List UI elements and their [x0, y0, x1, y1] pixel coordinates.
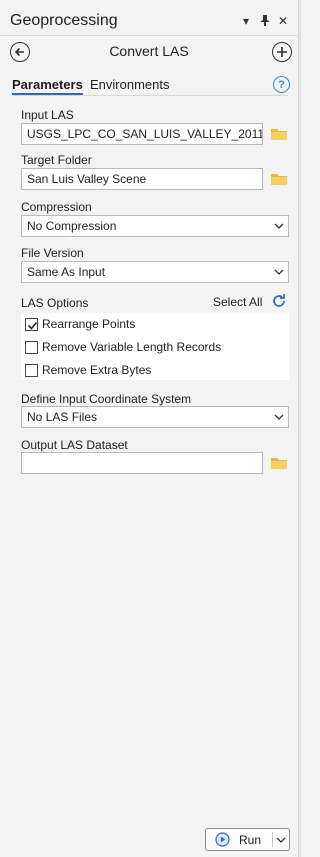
chevron-down-icon [274, 223, 284, 229]
input-las-label: Input LAS [21, 108, 74, 122]
run-divider [272, 832, 273, 847]
checkbox[interactable] [25, 318, 38, 331]
folder-icon[interactable] [270, 127, 288, 141]
run-label: Run [239, 833, 262, 847]
tool-nav-row: Convert LAS [0, 38, 298, 68]
chevron-down-icon[interactable] [276, 833, 286, 847]
help-icon[interactable]: ? [273, 76, 290, 93]
chevron-down-icon [274, 269, 284, 275]
refresh-icon[interactable] [271, 293, 287, 309]
define-crs-select[interactable]: No LAS Files [21, 406, 289, 428]
add-button[interactable] [272, 42, 292, 62]
file-version-label: File Version [21, 246, 84, 260]
input-las-field[interactable]: USGS_LPC_CO_SAN_LUIS_VALLEY_2011_0023 [21, 123, 263, 145]
play-icon [215, 832, 230, 847]
define-crs-value: No LAS Files [27, 410, 98, 424]
pane-title: Geoprocessing [10, 12, 118, 29]
las-options-label: LAS Options [21, 296, 89, 310]
pin-icon[interactable] [260, 14, 270, 29]
option-label: Remove Variable Length Records [42, 340, 222, 354]
compression-value: No Compression [27, 219, 117, 233]
select-all-button[interactable]: Select All [213, 295, 262, 309]
target-folder-label: Target Folder [21, 153, 92, 167]
compression-label: Compression [21, 200, 92, 214]
tab-parameters[interactable]: Parameters [12, 77, 83, 95]
option-label: Rearrange Points [42, 317, 136, 331]
geoprocessing-pane: Geoprocessing ▾ ✕ Convert LAS Parameters… [0, 0, 298, 857]
define-crs-label: Define Input Coordinate System [21, 392, 192, 406]
pane-options-icon[interactable]: ▾ [243, 14, 249, 28]
checkbox[interactable] [25, 364, 38, 377]
output-dataset-label: Output LAS Dataset [21, 438, 128, 452]
file-version-value: Same As Input [27, 265, 106, 279]
checkbox[interactable] [25, 341, 38, 354]
pane-title-bar: Geoprocessing ▾ ✕ [0, 0, 298, 36]
file-version-select[interactable]: Same As Input [21, 261, 289, 283]
target-folder-field[interactable]: San Luis Valley Scene [21, 168, 263, 190]
tab-environments[interactable]: Environments [90, 77, 169, 92]
folder-icon[interactable] [270, 172, 288, 186]
chevron-down-icon [274, 414, 284, 420]
las-options-list: Rearrange Points Remove Variable Length … [21, 313, 289, 380]
tool-title: Convert LAS [109, 43, 189, 59]
option-label: Remove Extra Bytes [42, 363, 152, 377]
plus-icon [277, 47, 287, 57]
checkmark-icon [27, 321, 38, 330]
tab-divider [12, 95, 288, 96]
output-dataset-field[interactable] [21, 452, 263, 474]
run-button[interactable]: Run [205, 828, 290, 851]
close-icon[interactable]: ✕ [278, 14, 288, 28]
compression-select[interactable]: No Compression [21, 215, 289, 237]
folder-icon[interactable] [270, 456, 288, 470]
pane-edge [298, 0, 301, 857]
